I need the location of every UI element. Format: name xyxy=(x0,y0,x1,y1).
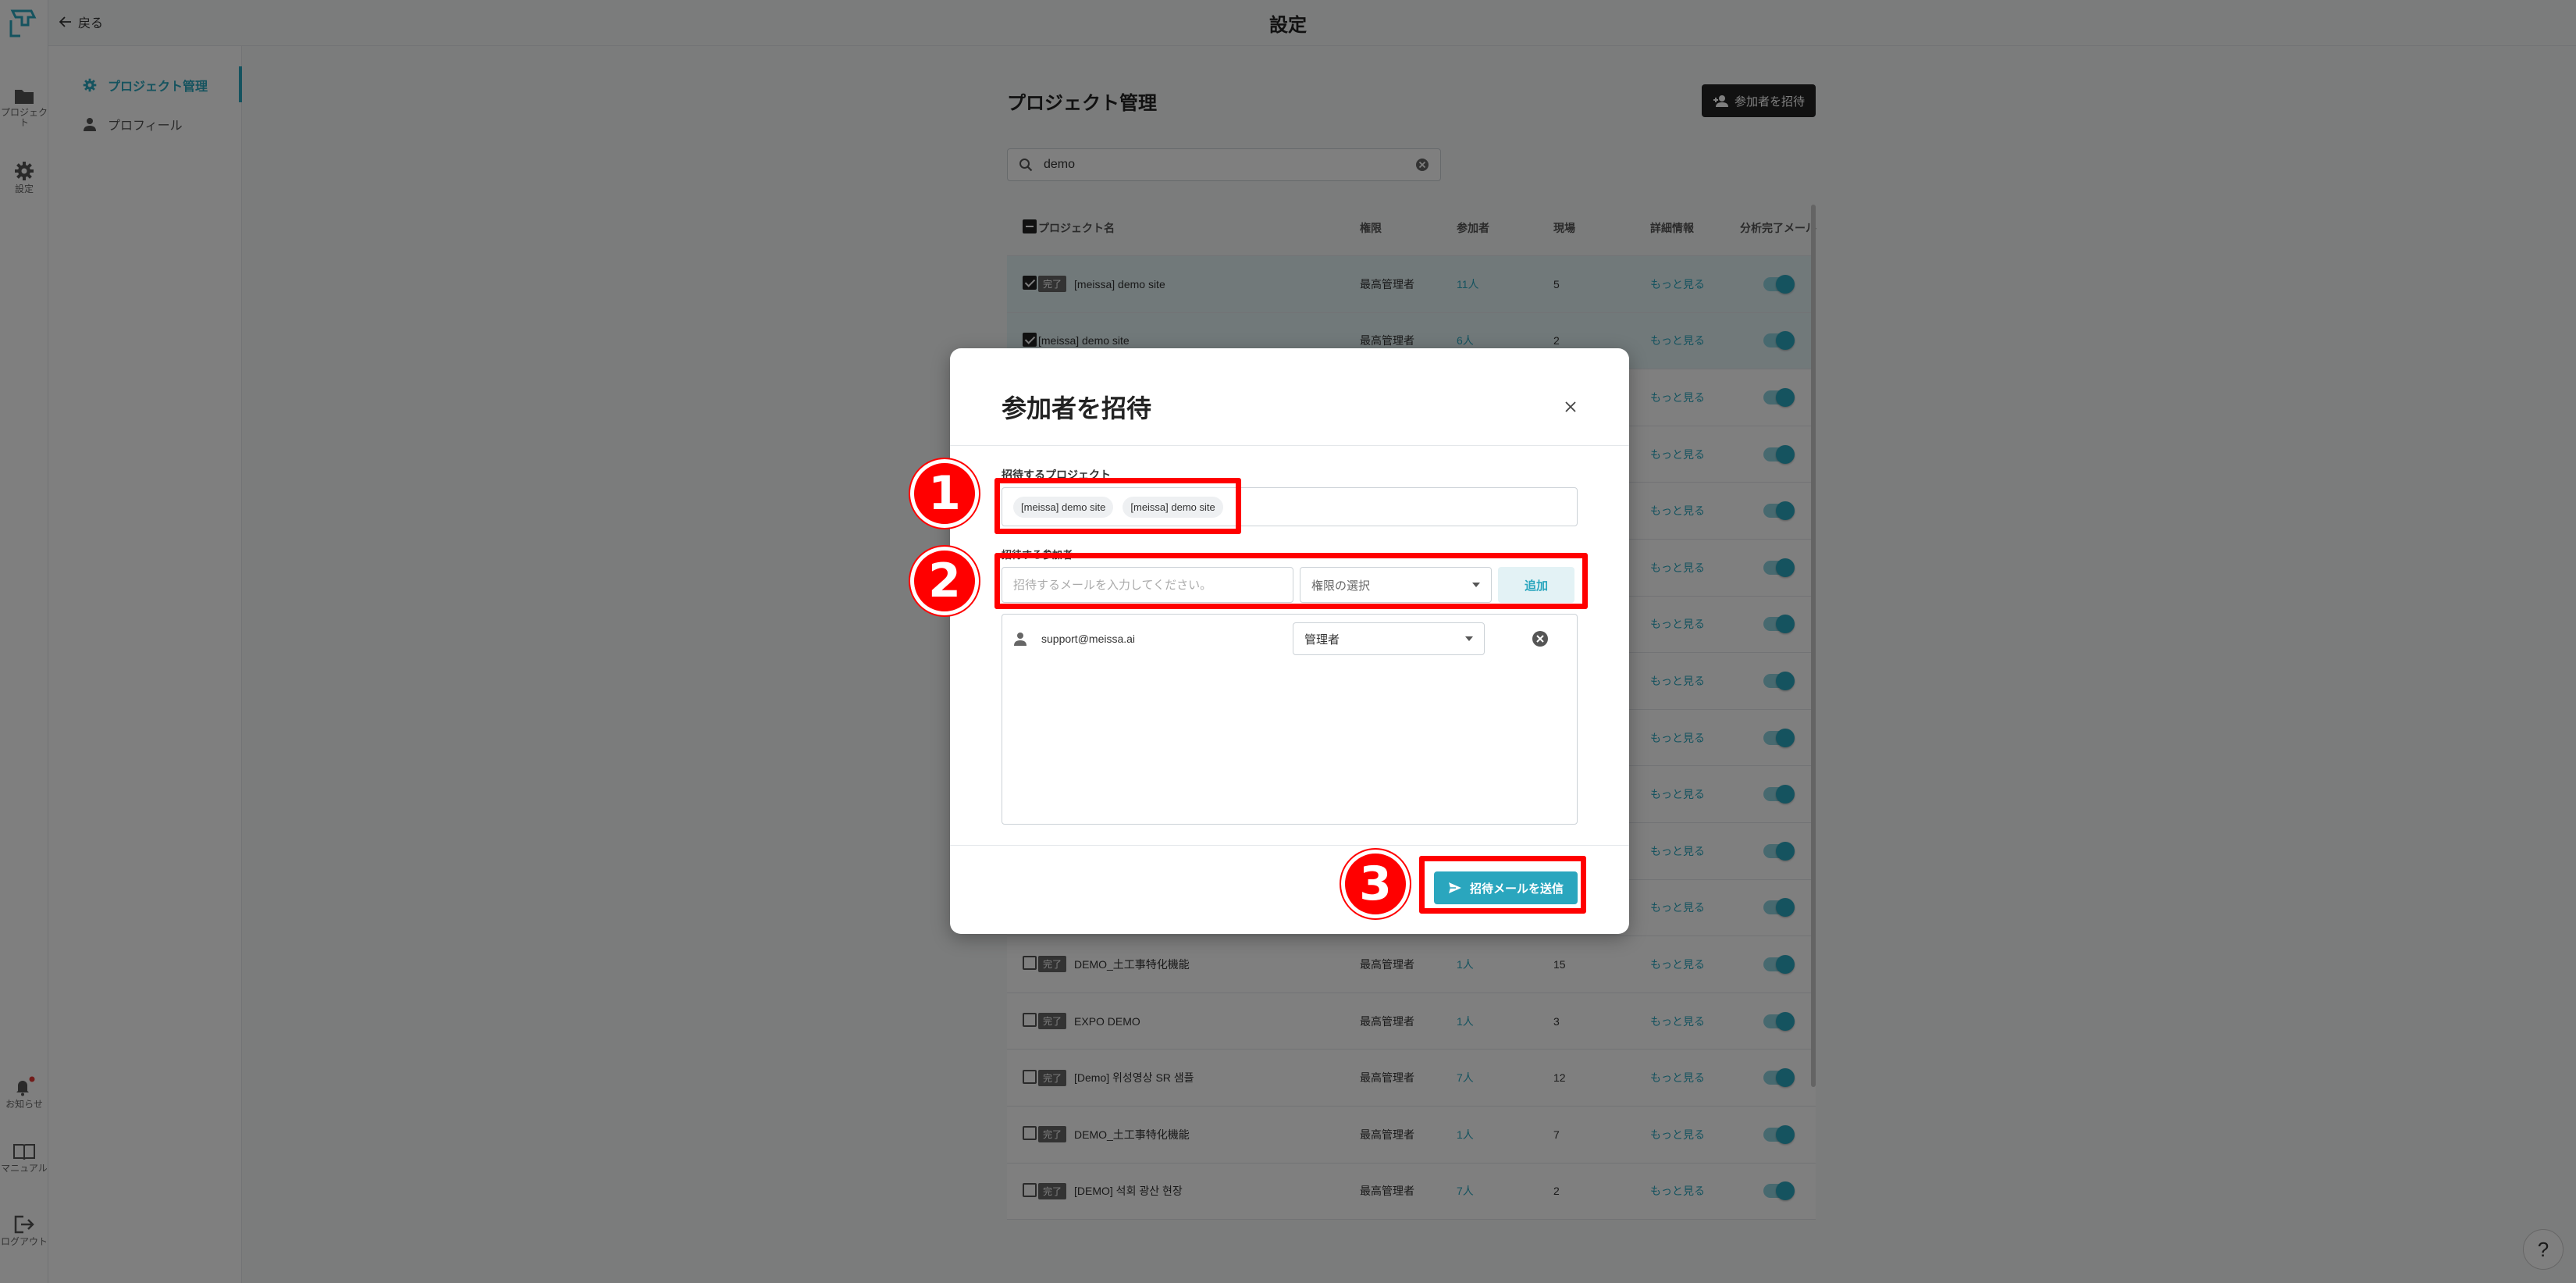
invitee-role-value: 管理者 xyxy=(1304,633,1340,647)
callout-box-send xyxy=(1419,856,1586,914)
callout-box-invite-row xyxy=(994,553,1588,609)
modal-divider xyxy=(950,445,1629,446)
invitee-role-select[interactable]: 管理者 xyxy=(1293,622,1485,655)
callout-number-1: 1 xyxy=(910,459,979,528)
invite-modal: 参加者を招待 招待するプロジェクト [meissa] demo site [me… xyxy=(950,348,1629,934)
callout-number-3: 3 xyxy=(1341,850,1410,918)
modal-footer-divider xyxy=(950,845,1629,846)
callout-number-2: 2 xyxy=(910,547,979,615)
modal-title: 参加者を招待 xyxy=(1002,394,1152,422)
person-icon xyxy=(1014,633,1026,646)
close-icon xyxy=(1565,401,1576,412)
dropdown-arrow-icon xyxy=(1465,636,1473,641)
close-button[interactable] xyxy=(1559,395,1582,419)
invitee-row: support@meissa.ai 管理者 xyxy=(1002,621,1578,657)
callout-box-projects xyxy=(994,478,1241,534)
invitee-list: support@meissa.ai 管理者 xyxy=(1002,614,1578,825)
invitee-email: support@meissa.ai xyxy=(1041,633,1136,645)
remove-invitee-icon[interactable] xyxy=(1532,630,1549,647)
